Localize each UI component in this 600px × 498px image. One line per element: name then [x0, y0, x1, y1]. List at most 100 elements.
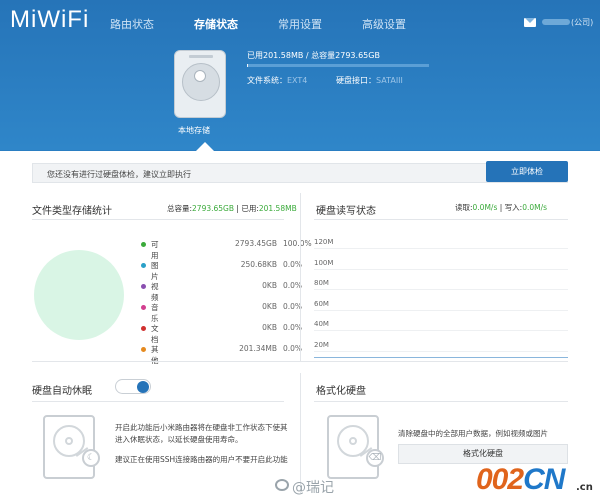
moon-icon: ☾	[82, 449, 100, 467]
file-stats-title: 文件类型存储统计	[32, 206, 112, 217]
account-name-redacted[interactable]	[542, 19, 570, 25]
total-value: 2793.65GB	[192, 204, 235, 213]
total-label: 总容量:	[167, 204, 193, 213]
legend-dot	[141, 242, 146, 247]
pointer-arrow	[196, 142, 214, 151]
rw-status-title: 硬盘读写状态	[316, 206, 376, 217]
divider	[314, 401, 568, 402]
logo: MiWiFi	[10, 6, 90, 33]
file-stats-capacity: 总容量:2793.65GB | 已用:201.58MB	[167, 203, 297, 214]
legend-name: 其他	[151, 345, 159, 365]
filesystem-value: EXT4	[287, 76, 308, 85]
disk-platter	[182, 63, 220, 101]
rw-chart-axis	[314, 357, 568, 358]
separator: |	[236, 204, 239, 213]
rw-gridline	[314, 350, 568, 352]
rw-tick-label: 80M	[314, 279, 329, 287]
notice-text: 您还没有进行过硬盘体检，建议立即执行	[47, 170, 191, 179]
divider	[300, 373, 301, 493]
interface-info: 硬盘接口：SATAIII	[336, 75, 403, 86]
legend-name: 文档	[151, 324, 159, 344]
interface-value: SATAIII	[376, 76, 403, 85]
sleep-description-2: 进入休眠状态，以延长硬盘使用寿命。	[115, 435, 243, 444]
legend-size: 2793.45GB	[235, 239, 277, 248]
file-type-pie	[34, 250, 124, 340]
legend-dot	[141, 305, 146, 310]
site-watermark-a: 002	[476, 463, 524, 496]
auto-sleep-title: 硬盘自动休眠	[32, 386, 92, 397]
rw-gridline	[314, 309, 568, 311]
legend-name: 可用	[151, 240, 159, 260]
sleep-description-3: 建议正在使用SSH连接路由器的用户不要开启此功能	[115, 455, 288, 464]
nav-advanced-settings[interactable]: 高级设置	[362, 16, 406, 32]
hard-disk-icon	[174, 50, 226, 118]
top-header: MiWiFi 路由状态 存储状态 常用设置 高级设置 (公司) 本地存储 已用2…	[0, 0, 600, 151]
storage-panel: 您还没有进行过硬盘体检，建议立即执行 立即体检 文件类型存储统计 总容量:279…	[0, 151, 600, 498]
site-watermark-b: CN	[523, 463, 565, 496]
rw-chart: 120M 100M 80M 60M 40M 20M	[314, 238, 568, 358]
eraser-icon: ⌫	[366, 449, 384, 467]
run-check-button[interactable]: 立即体检	[486, 161, 568, 182]
interface-label: 硬盘接口：	[336, 76, 376, 85]
legend-size: 0KB	[262, 281, 277, 290]
legend-dot	[141, 347, 146, 352]
legend-size: 0KB	[262, 323, 277, 332]
nav-common-settings[interactable]: 常用设置	[278, 16, 322, 32]
rw-gridline	[314, 289, 568, 290]
weibo-icon	[275, 479, 289, 491]
legend-name: 音乐	[151, 303, 159, 323]
legend-dot	[141, 263, 146, 268]
divider	[32, 401, 284, 402]
toggle-knob	[137, 381, 149, 393]
legend-dot	[141, 284, 146, 289]
divider	[314, 219, 568, 220]
local-storage-caption: 本地存储	[178, 126, 210, 135]
divider	[32, 219, 284, 220]
usage-bar	[247, 64, 429, 67]
format-description: 清除硬盘中的全部用户数据，例如视频或图片	[398, 429, 548, 438]
separator: |	[499, 203, 503, 212]
rw-speed: 读取:0.0M/s | 写入:0.0M/s	[455, 202, 547, 213]
weibo-watermark: @瑞记	[292, 480, 334, 496]
auto-sleep-toggle[interactable]	[115, 379, 151, 394]
read-label: 读取:	[455, 203, 473, 212]
format-disk-title: 格式化硬盘	[316, 386, 366, 397]
legend-dot	[141, 326, 146, 331]
divider	[32, 361, 568, 362]
mail-icon[interactable]	[524, 18, 536, 27]
nav-storage-status[interactable]: 存储状态	[194, 16, 238, 32]
legend-size: 250.68KB	[240, 260, 277, 269]
site-watermark: 002CN	[476, 463, 565, 497]
format-disk-button[interactable]: 格式化硬盘	[398, 444, 568, 464]
usage-bar-fill	[247, 64, 248, 67]
read-value: 0.0M/s	[472, 203, 498, 212]
site-watermark-tld: .cn	[576, 482, 593, 493]
format-hdd-icon	[327, 415, 379, 479]
write-value: 0.0M/s	[522, 203, 548, 212]
legend-size: 0KB	[262, 302, 277, 311]
sleep-description-1: 开启此功能后小米路由器将在硬盘非工作状态下使其	[115, 423, 288, 432]
rw-tick-label: 60M	[314, 299, 329, 308]
legend-name: 视频	[151, 282, 159, 302]
nav-router-status[interactable]: 路由状态	[110, 16, 154, 32]
disk-slot	[189, 55, 213, 58]
rw-gridline	[314, 268, 568, 270]
rw-gridline	[314, 248, 568, 249]
rw-gridline	[314, 330, 568, 331]
usage-text: 已用201.58MB / 总容量2793.65GB	[247, 51, 380, 60]
rw-tick-label: 20M	[314, 340, 329, 349]
main-nav: 路由状态 存储状态 常用设置 高级设置	[110, 16, 446, 32]
divider	[300, 193, 301, 361]
disk-spindle	[194, 70, 206, 82]
rw-tick-label: 120M	[314, 238, 334, 246]
filesystem-info: 文件系统：EXT4	[247, 75, 307, 86]
sleep-hdd-icon	[43, 415, 95, 479]
legend-name: 图片	[151, 261, 159, 281]
filesystem-label: 文件系统：	[247, 76, 287, 85]
write-label: 写入:	[504, 203, 523, 212]
rw-tick-label: 40M	[314, 320, 329, 328]
account-label[interactable]: (公司)	[571, 17, 593, 28]
used-value: 201.58MB	[258, 204, 297, 213]
used-label: 已用:	[241, 204, 259, 213]
legend-size: 201.34MB	[239, 344, 277, 353]
